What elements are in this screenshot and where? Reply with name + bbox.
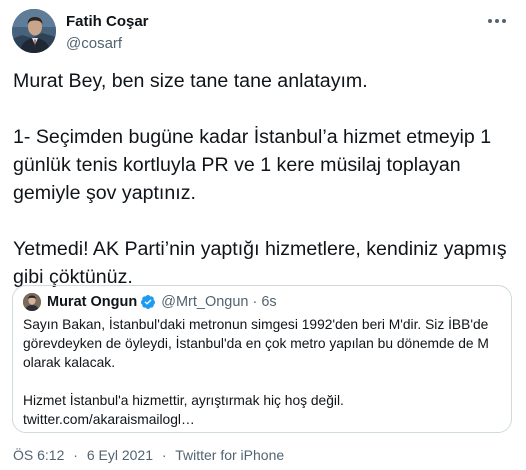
author-info: Fatih Coşar @cosarf [66,12,149,53]
author-name[interactable]: Fatih Coşar [66,12,149,31]
quoted-link[interactable]: twitter.com/akaraismailogl… [23,410,507,429]
quoted-author-handle[interactable]: @Mrt_Ongun [161,294,248,310]
more-options-button[interactable] [480,10,514,32]
quoted-paragraph: Sayın Bakan, İstanbul'daki metronun simg… [23,317,489,370]
author-handle[interactable]: @cosarf [66,34,149,53]
author-avatar[interactable] [12,9,56,53]
tweet-card: Fatih Coşar @cosarf Murat Bey, ben size … [0,0,526,470]
tweet-source-link[interactable]: Twitter for iPhone [175,447,284,463]
quoted-separator: · [252,294,258,310]
verified-badge-icon [140,294,156,310]
quoted-author-name[interactable]: Murat Ongun [47,294,137,310]
quoted-paragraph-2: Hizmet İstanbul'a hizmettir, ayrıştırmak… [23,391,507,429]
author-avatar-image [12,9,56,53]
quoted-paragraph-text: Hizmet İstanbul'a hizmettir, ayrıştırmak… [23,393,344,408]
quoted-tweet[interactable]: Murat Ongun @Mrt_Ongun · 6s Sayın Bakan,… [12,285,512,433]
quoted-tweet-header: Murat Ongun @Mrt_Ongun · 6s [23,292,277,312]
meta-separator: · [161,447,167,463]
meta-separator: · [73,447,78,463]
tweet-meta: ÖS 6:12 · 6 Eyl 2021 · Twitter for iPhon… [13,446,284,464]
tweet-date[interactable]: 6 Eyl 2021 [87,447,153,463]
quoted-author-avatar[interactable] [23,293,41,311]
tweet-time[interactable]: ÖS 6:12 [13,447,64,463]
tweet-text: Murat Bey, ben size tane tane anlatayım.… [13,67,518,291]
quoted-avatar-image [23,293,41,311]
tweet-paragraph: Yetmedi! AK Parti’nin yaptığı hizmetlere… [13,238,513,288]
quoted-tweet-text: Sayın Bakan, İstanbul'daki metronun simg… [23,315,507,429]
tweet-paragraph: 1- Seçimden bugüne kadar İstanbul’a hizm… [13,126,497,204]
tweet-paragraph: Murat Bey, ben size tane tane anlatayım. [13,70,368,92]
quoted-timestamp[interactable]: 6s [261,294,276,310]
more-dots-icon [488,19,506,23]
